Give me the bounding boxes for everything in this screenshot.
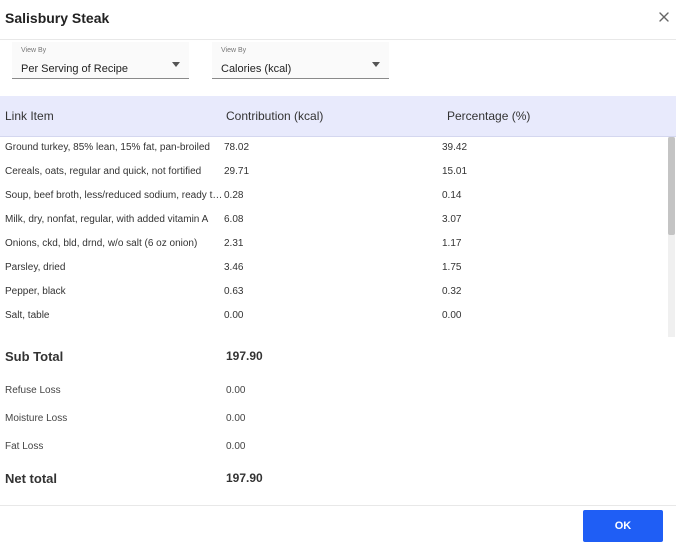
contribution-cell: 6.08 — [224, 214, 244, 225]
moisture-loss-value: 0.00 — [226, 413, 246, 424]
contribution-cell: 0.28 — [224, 190, 244, 201]
view-by-nutrient-select[interactable]: View By Calories (kcal) — [212, 42, 389, 79]
contribution-cell: 0.00 — [224, 310, 244, 321]
dialog-header: Salisbury Steak — [0, 0, 676, 40]
dialog-title: Salisbury Steak — [5, 10, 110, 26]
select-label: View By — [21, 47, 47, 54]
table-header: Link Item Contribution (kcal) Percentage… — [0, 96, 676, 137]
link-item-cell: Pepper, black — [5, 286, 66, 297]
fat-loss-label: Fat Loss — [5, 441, 44, 452]
table-row[interactable]: Milk, dry, nonfat, regular, with added v… — [0, 209, 668, 233]
percentage-cell: 1.75 — [442, 262, 462, 273]
table-body[interactable]: Ground turkey, 85% lean, 15% fat, pan-br… — [0, 137, 676, 337]
contribution-cell: 3.46 — [224, 262, 244, 273]
percentage-cell: 0.32 — [442, 286, 462, 297]
sub-total-value: 197.90 — [226, 349, 263, 363]
net-total-value: 197.90 — [226, 471, 263, 485]
sub-total-label: Sub Total — [5, 349, 64, 364]
ok-button[interactable]: OK — [583, 510, 663, 542]
net-total-label: Net total — [5, 471, 57, 486]
table-row[interactable]: Ground turkey, 85% lean, 15% fat, pan-br… — [0, 137, 668, 161]
percentage-cell: 39.42 — [442, 142, 468, 153]
scrollbar-thumb[interactable] — [668, 137, 675, 235]
footer-divider — [0, 505, 676, 506]
recipe-contribution-dialog: Salisbury Steak View By Per Serving of R… — [0, 0, 676, 544]
table-row[interactable]: Onions, ckd, bld, drnd, w/o salt (6 oz o… — [0, 233, 668, 257]
select-value: Calories (kcal) — [221, 63, 292, 75]
fat-loss-value: 0.00 — [226, 441, 246, 452]
contribution-cell: 78.02 — [224, 142, 250, 153]
moisture-loss-label: Moisture Loss — [5, 413, 68, 424]
link-item-cell: Cereals, oats, regular and quick, not fo… — [5, 166, 202, 177]
percentage-cell: 0.14 — [442, 190, 462, 201]
view-by-serving-select[interactable]: View By Per Serving of Recipe — [12, 42, 189, 79]
select-label: View By — [221, 47, 247, 54]
percentage-cell: 1.17 — [442, 238, 462, 249]
percentage-cell: 15.01 — [442, 166, 468, 177]
caret-down-icon — [172, 62, 180, 67]
close-icon[interactable] — [656, 9, 672, 25]
link-item-cell: Parsley, dried — [5, 262, 66, 273]
link-item-cell: Ground turkey, 85% lean, 15% fat, pan-br… — [5, 142, 210, 153]
table-scrollbar[interactable] — [668, 137, 675, 337]
link-item-cell: Soup, beef broth, less/reduced sodium, r… — [5, 190, 223, 201]
percentage-cell: 0.00 — [442, 310, 462, 321]
contribution-cell: 2.31 — [224, 238, 244, 249]
select-value: Per Serving of Recipe — [21, 63, 128, 75]
link-item-cell: Salt, table — [5, 310, 50, 321]
table-row[interactable]: Pepper, black 0.63 0.32 — [0, 281, 668, 305]
column-header-contribution[interactable]: Contribution (kcal) — [226, 109, 323, 123]
caret-down-icon — [372, 62, 380, 67]
contribution-cell: 0.63 — [224, 286, 244, 297]
table-row[interactable]: Parsley, dried 3.46 1.75 — [0, 257, 668, 281]
table-row[interactable]: Cereals, oats, regular and quick, not fo… — [0, 161, 668, 185]
column-header-link-item[interactable]: Link Item — [5, 109, 54, 123]
refuse-loss-value: 0.00 — [226, 385, 246, 396]
refuse-loss-label: Refuse Loss — [5, 385, 61, 396]
column-header-percentage[interactable]: Percentage (%) — [447, 109, 530, 123]
contribution-cell: 29.71 — [224, 166, 250, 177]
link-item-cell: Milk, dry, nonfat, regular, with added v… — [5, 214, 209, 225]
link-item-cell: Onions, ckd, bld, drnd, w/o salt (6 oz o… — [5, 238, 198, 249]
table-row[interactable]: Salt, table 0.00 0.00 — [0, 305, 668, 329]
table-row[interactable]: Soup, beef broth, less/reduced sodium, r… — [0, 185, 668, 209]
percentage-cell: 3.07 — [442, 214, 462, 225]
